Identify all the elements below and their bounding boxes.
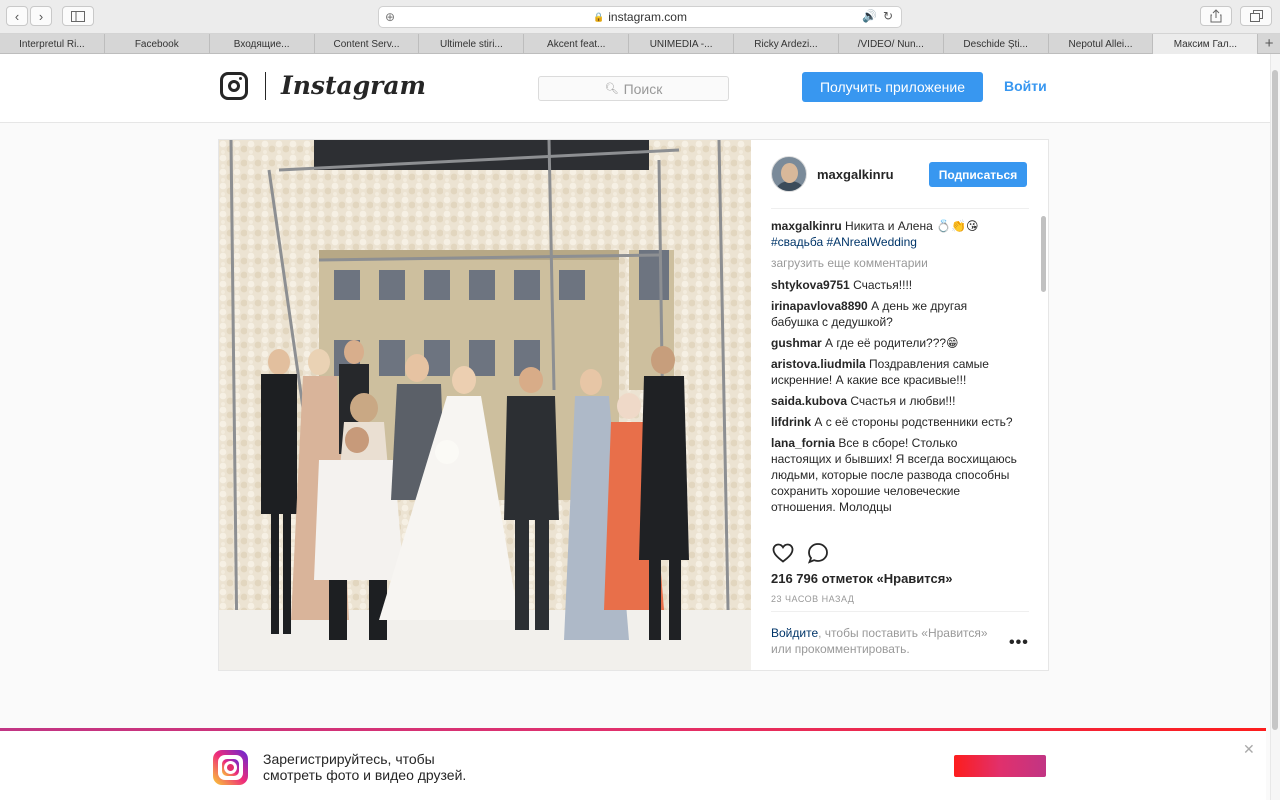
forward-button[interactable]: › bbox=[30, 6, 52, 26]
caption-text: Никита и Алена 💍👏😘 bbox=[845, 219, 979, 233]
tabs-overview-button[interactable] bbox=[1240, 6, 1272, 26]
post-card: maxgalkinru Подписаться maxgalkinru Ники… bbox=[218, 139, 1049, 671]
comment-username[interactable]: irinapavlova8890 bbox=[771, 299, 868, 313]
instagram-wordmark[interactable]: Instagram bbox=[281, 71, 426, 100]
page-scrollbar[interactable] bbox=[1272, 70, 1278, 730]
comments-scrollbar[interactable] bbox=[1041, 216, 1046, 292]
new-tab-button[interactable]: + bbox=[1258, 34, 1280, 53]
browser-tab[interactable]: Interpretul Ri... bbox=[0, 34, 105, 54]
comment-item: saida.kubova Счастья и любви!!! bbox=[771, 393, 1017, 409]
sidebar-toggle-button[interactable] bbox=[62, 6, 94, 26]
comment-username[interactable]: gushmar bbox=[771, 336, 822, 350]
heart-icon[interactable] bbox=[771, 541, 795, 565]
caption-username[interactable]: maxgalkinru bbox=[771, 219, 842, 233]
close-icon[interactable]: ✕ bbox=[1243, 741, 1255, 758]
post-timestamp[interactable]: 23 ЧАСОВ НАЗАД bbox=[771, 594, 854, 604]
comment-item: irinapavlova8890 А день же другая бабушк… bbox=[771, 298, 1017, 330]
likes-count[interactable]: 216 796 отметок «Нравится» bbox=[771, 571, 953, 586]
comment-username[interactable]: lifdrink bbox=[771, 415, 811, 429]
comment-text: Счастья и любви!!! bbox=[850, 394, 956, 408]
comment-item: lifdrink А с её стороны родственники ест… bbox=[771, 414, 1017, 430]
tabs-icon bbox=[1249, 10, 1263, 22]
comment-item: gushmar А где её родители???😁 bbox=[771, 335, 1017, 351]
login-prompt-link[interactable]: Войдите bbox=[771, 626, 818, 640]
browser-tab[interactable]: Deschide Ști... bbox=[944, 34, 1049, 54]
back-button[interactable]: ‹ bbox=[6, 6, 28, 26]
comment-username[interactable]: aristova.liudmila bbox=[771, 357, 866, 371]
more-options-icon[interactable]: ••• bbox=[1009, 635, 1029, 651]
divider bbox=[771, 611, 1029, 612]
comment-text: А где её родители???😁 bbox=[825, 336, 959, 350]
comment-username[interactable]: lana_fornia bbox=[771, 436, 835, 450]
browser-tab[interactable]: Ultimele stiri... bbox=[419, 34, 525, 54]
post-sidebar: maxgalkinru Подписаться maxgalkinru Ники… bbox=[751, 140, 1048, 670]
search-placeholder: Поиск bbox=[623, 80, 663, 97]
comment-item: aristova.liudmila Поздравления самые иск… bbox=[771, 356, 1017, 388]
comments-list[interactable]: maxgalkinru Никита и Алена 💍👏😘 #свадьба … bbox=[771, 218, 1017, 530]
reader-icon[interactable]: ⊕ bbox=[385, 10, 395, 24]
comment-item: lana_fornia Все в сборе! Столько настоящ… bbox=[771, 435, 1017, 515]
comment-icon[interactable] bbox=[806, 541, 830, 565]
avatar[interactable] bbox=[771, 156, 807, 192]
comment-username[interactable]: shtykova9751 bbox=[771, 278, 850, 292]
post-username[interactable]: maxgalkinru bbox=[817, 167, 894, 182]
load-more-comments-link[interactable]: загрузить еще комментарии bbox=[771, 255, 1017, 271]
browser-tab[interactable]: Content Serv... bbox=[315, 34, 420, 54]
instagram-header: Instagram 🔍︎ Поиск Получить приложение В… bbox=[0, 54, 1270, 123]
browser-toolbar: ‹ › ⊕ 🔒 instagram.com 🔊 ↻ bbox=[0, 0, 1280, 34]
signup-banner-text: Зарегистрируйтесь, чтобы смотреть фото и… bbox=[263, 751, 466, 783]
address-url: instagram.com bbox=[608, 10, 687, 24]
chevron-left-icon: ‹ bbox=[14, 8, 20, 24]
comment-text: А с её стороны родственники есть? bbox=[814, 415, 1013, 429]
post-photo[interactable] bbox=[219, 140, 751, 670]
caption-hashtags[interactable]: #свадьба #ANrealWedding bbox=[771, 235, 917, 249]
signup-banner: Зарегистрируйтесь, чтобы смотреть фото и… bbox=[0, 731, 1266, 800]
comment-username[interactable]: saida.kubova bbox=[771, 394, 847, 408]
wedding-photo-image bbox=[219, 140, 751, 670]
instagram-camera-icon[interactable] bbox=[220, 72, 248, 100]
signup-line-1: Зарегистрируйтесь, чтобы bbox=[263, 751, 435, 767]
browser-tab[interactable]: /VIDEO/ Nun... bbox=[839, 34, 944, 54]
login-prompt: Войдите, чтобы поставить «Нравится» или … bbox=[771, 625, 1011, 657]
comment-item: shtykova9751 Счастья!!!! bbox=[771, 277, 1017, 293]
lock-icon: 🔒 bbox=[593, 11, 605, 22]
post-actions bbox=[771, 541, 1029, 565]
search-input[interactable]: 🔍︎ Поиск bbox=[538, 76, 729, 101]
signup-button[interactable] bbox=[954, 755, 1046, 777]
address-bar[interactable]: ⊕ 🔒 instagram.com 🔊 ↻ bbox=[378, 6, 902, 28]
get-app-button[interactable]: Получить приложение bbox=[802, 72, 983, 102]
audio-icon[interactable]: 🔊 ↻ bbox=[862, 9, 893, 23]
browser-tab[interactable]: Входящие... bbox=[210, 34, 315, 54]
browser-tab[interactable]: UNIMEDIA -... bbox=[629, 34, 735, 54]
share-button[interactable] bbox=[1200, 6, 1232, 26]
browser-tab[interactable]: Ricky Ardezi... bbox=[734, 34, 839, 54]
logo-divider bbox=[265, 72, 266, 100]
browser-tab[interactable]: Nepotul Allei... bbox=[1049, 34, 1154, 54]
search-icon: 🔍︎ bbox=[604, 83, 619, 95]
tab-bar: Interpretul Ri... Facebook Входящие... C… bbox=[0, 34, 1280, 54]
comment-text: Счастья!!!! bbox=[853, 278, 913, 292]
follow-button[interactable]: Подписаться bbox=[929, 162, 1027, 187]
browser-tab[interactable]: Facebook bbox=[105, 34, 210, 54]
signup-line-2: смотреть фото и видео друзей. bbox=[263, 767, 467, 783]
reload-icon[interactable]: ↻ bbox=[883, 9, 893, 23]
login-link[interactable]: Войти bbox=[1004, 78, 1047, 94]
sidebar-icon bbox=[71, 10, 85, 22]
browser-tab[interactable]: Akcent feat... bbox=[524, 34, 630, 54]
browser-tab-active[interactable]: Максим Гал... bbox=[1153, 34, 1259, 54]
share-icon bbox=[1210, 9, 1222, 23]
caption: maxgalkinru Никита и Алена 💍👏😘 #свадьба … bbox=[771, 218, 1017, 250]
camera-lens-icon bbox=[224, 761, 237, 774]
chevron-right-icon: › bbox=[38, 8, 44, 24]
post-header: maxgalkinru Подписаться bbox=[771, 156, 1029, 196]
divider bbox=[771, 208, 1029, 209]
